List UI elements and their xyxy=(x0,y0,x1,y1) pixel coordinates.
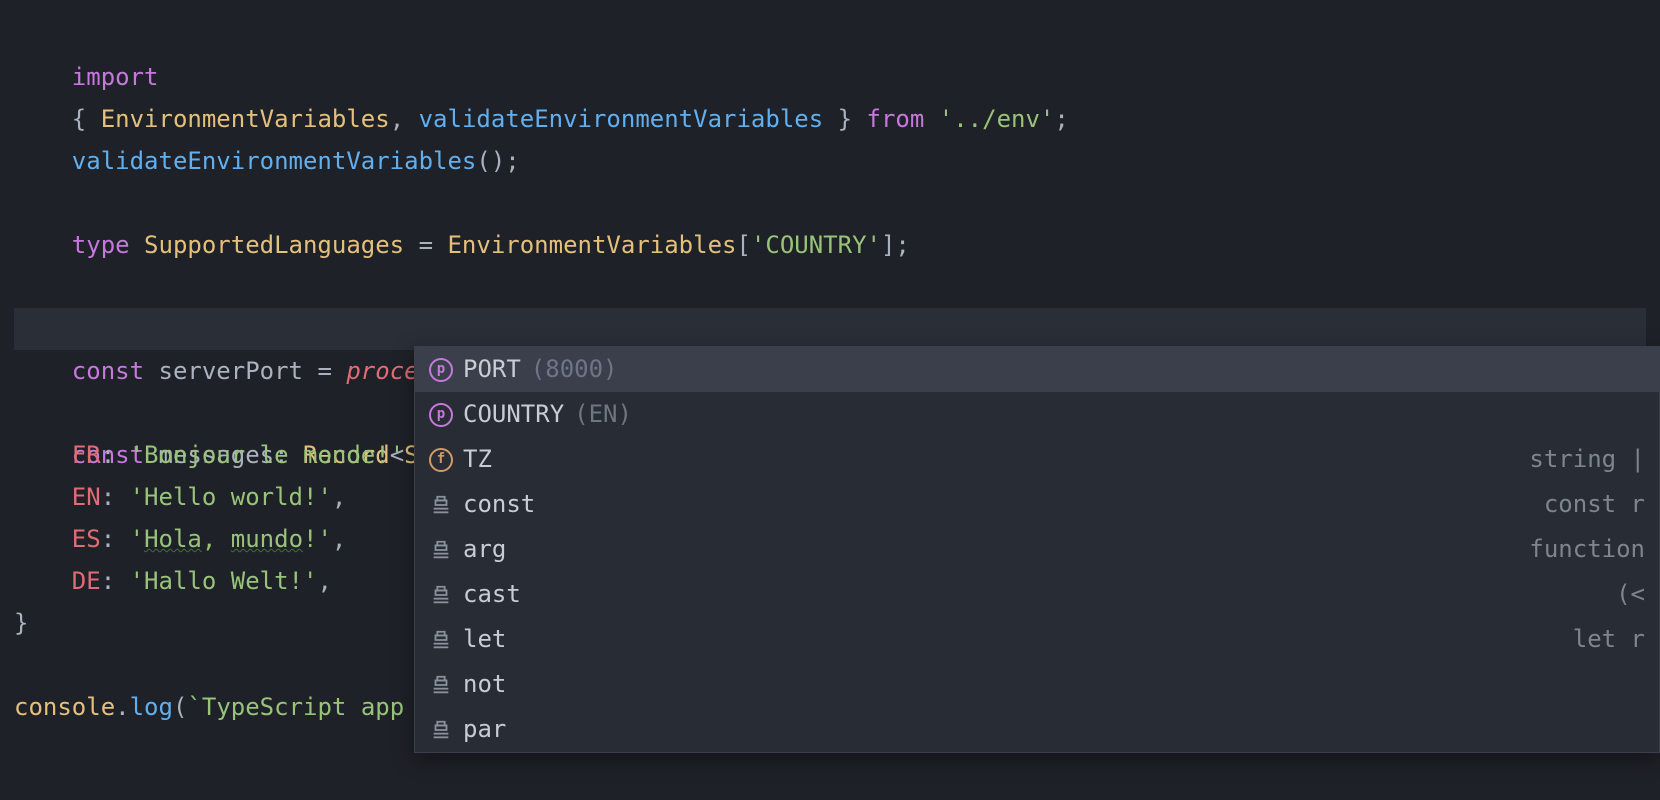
code-line[interactable]: type SupportedLanguages = EnvironmentVar… xyxy=(14,182,1646,224)
template-icon xyxy=(429,718,453,742)
code-line-active[interactable]: const serverPort = process.env.; xyxy=(14,308,1646,350)
autocomplete-item[interactable]: arg function xyxy=(415,527,1659,572)
colon: : xyxy=(101,483,130,511)
autocomplete-item[interactable]: p COUNTRY (EN) xyxy=(415,392,1659,437)
string-value: 'Hallo Welt!' xyxy=(130,567,318,595)
autocomplete-label: TZ xyxy=(463,437,492,482)
comma: , xyxy=(332,483,346,511)
code-line[interactable]: import { EnvironmentVariables, validateE… xyxy=(14,14,1646,56)
indent xyxy=(14,441,72,469)
object-key: EN xyxy=(72,483,101,511)
autocomplete-item[interactable]: par xyxy=(415,707,1659,752)
function-icon: f xyxy=(429,448,453,472)
object-key: DE xyxy=(72,567,101,595)
template-text: TypeScript app xyxy=(202,693,404,721)
indent xyxy=(14,483,72,511)
autocomplete-type: (< xyxy=(1616,572,1645,617)
property-icon: p xyxy=(429,358,453,382)
template-icon xyxy=(429,583,453,607)
code-line[interactable]: const country = process.env.COUNTRY; xyxy=(14,266,1646,308)
autocomplete-hint: (EN) xyxy=(574,392,632,437)
string-value: 'Hello world!' xyxy=(130,483,332,511)
brace-close: } xyxy=(14,609,28,637)
string-value: 'Bonjour le monde!' xyxy=(130,441,405,469)
object-key: ES xyxy=(72,525,101,553)
comma: , xyxy=(332,525,346,553)
autocomplete-item[interactable]: p PORT (8000) xyxy=(415,347,1659,392)
autocomplete-type: const r xyxy=(1544,482,1645,527)
template-icon xyxy=(429,538,453,562)
colon: : xyxy=(101,567,130,595)
autocomplete-item[interactable]: not xyxy=(415,662,1659,707)
console-obj: console xyxy=(14,693,115,721)
code-line-empty[interactable] xyxy=(14,140,1646,182)
autocomplete-hint: (8000) xyxy=(531,347,618,392)
autocomplete-label: COUNTRY xyxy=(463,392,564,437)
autocomplete-item[interactable]: cast (< xyxy=(415,572,1659,617)
autocomplete-item[interactable]: const const r xyxy=(415,482,1659,527)
template-icon xyxy=(429,673,453,697)
autocomplete-label: let xyxy=(463,617,506,662)
colon: : xyxy=(101,525,130,553)
autocomplete-item[interactable]: let let r xyxy=(415,617,1659,662)
indent xyxy=(14,525,72,553)
autocomplete-label: par xyxy=(463,707,506,752)
backtick: ` xyxy=(187,693,201,721)
autocomplete-label: const xyxy=(463,482,535,527)
comma: , xyxy=(317,567,331,595)
code-line[interactable]: validateEnvironmentVariables(); xyxy=(14,98,1646,140)
code-line-empty[interactable] xyxy=(14,224,1646,266)
object-key: FR xyxy=(72,441,101,469)
autocomplete-type: let r xyxy=(1573,617,1645,662)
autocomplete-label: arg xyxy=(463,527,506,572)
log-fn: log xyxy=(130,693,173,721)
code-line-empty[interactable] xyxy=(14,56,1646,98)
string-quote: ' xyxy=(130,525,144,553)
dot: . xyxy=(115,693,129,721)
property-icon: p xyxy=(429,403,453,427)
template-icon xyxy=(429,628,453,652)
colon: : xyxy=(101,441,130,469)
autocomplete-type: string | xyxy=(1529,437,1645,482)
autocomplete-item[interactable]: f TZ string | xyxy=(415,437,1659,482)
autocomplete-type: function xyxy=(1529,527,1645,572)
paren-open: ( xyxy=(173,693,187,721)
indent xyxy=(14,567,72,595)
autocomplete-label: not xyxy=(463,662,506,707)
autocomplete-label: cast xyxy=(463,572,521,617)
spellcheck-word: Hola xyxy=(144,525,202,553)
autocomplete-label: PORT xyxy=(463,347,521,392)
code-editor[interactable]: import { EnvironmentVariables, validateE… xyxy=(0,0,1660,800)
string-quote: !' xyxy=(303,525,332,553)
autocomplete-popup[interactable]: p PORT (8000) p COUNTRY (EN) f TZ string… xyxy=(414,346,1660,753)
spellcheck-word: mundo xyxy=(231,525,303,553)
template-icon xyxy=(429,493,453,517)
string-text: , xyxy=(202,525,231,553)
